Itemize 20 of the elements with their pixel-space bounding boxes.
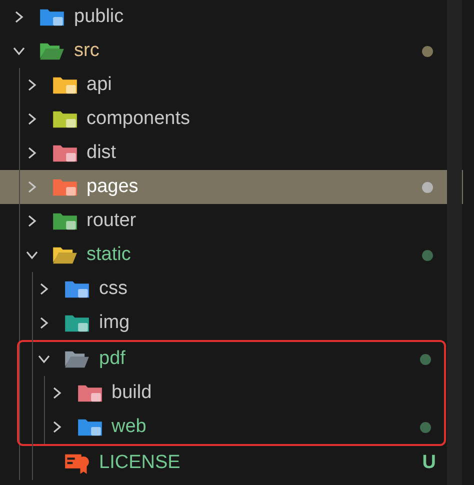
status-dot: [422, 250, 433, 260]
status-dot: [420, 422, 431, 432]
tree-item[interactable]: img: [0, 306, 463, 340]
tree-item[interactable]: build: [19, 376, 444, 410]
tree-item[interactable]: components: [0, 102, 463, 136]
status-dot: [422, 46, 433, 56]
tree-item[interactable]: static: [0, 238, 463, 272]
tree-item[interactable]: public: [0, 0, 463, 34]
scrollbar[interactable]: [447, 0, 462, 485]
tree-item[interactable]: router: [0, 204, 463, 238]
tree-item[interactable]: pdf: [19, 342, 444, 376]
tree-item[interactable]: web: [19, 410, 444, 444]
tree-item[interactable]: pages: [0, 170, 463, 204]
tree-item[interactable]: src: [0, 34, 463, 68]
tree-item[interactable]: LICENSE U: [0, 446, 463, 480]
status-dot: [422, 182, 433, 192]
tree-item[interactable]: css: [0, 272, 463, 306]
tree-item[interactable]: dist: [0, 136, 463, 170]
status-dot: [420, 354, 431, 364]
tree-item[interactable]: api: [0, 68, 463, 102]
